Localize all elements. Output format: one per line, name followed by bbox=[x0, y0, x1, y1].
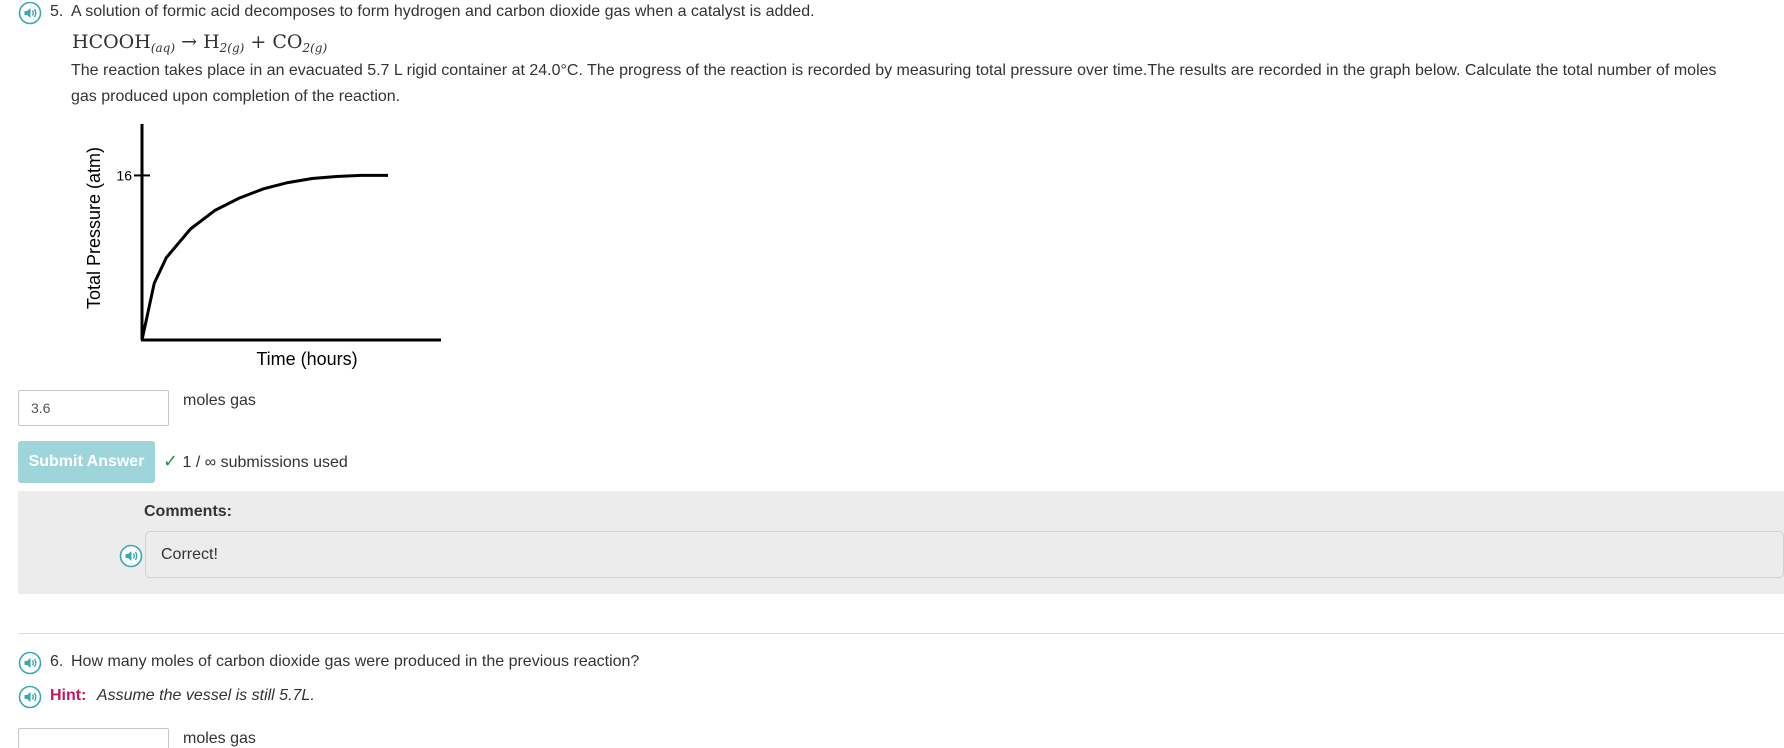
y-tick-group: 16 bbox=[116, 167, 150, 183]
comment-text: Correct! bbox=[145, 531, 1784, 578]
q6-answer-input[interactable] bbox=[18, 728, 169, 748]
submissions-used-text: 1 / ∞ submissions used bbox=[182, 454, 348, 471]
hint: Hint: Assume the vessel is still 5.7L. bbox=[50, 687, 315, 705]
x-axis-label: Time (hours) bbox=[256, 349, 357, 369]
hint-audio-button[interactable] bbox=[18, 685, 42, 714]
speaker-icon bbox=[18, 685, 42, 709]
speaker-icon bbox=[18, 651, 42, 675]
submission-status: ✓ 1 / ∞ submissions used bbox=[163, 451, 348, 472]
y-tick-label: 16 bbox=[116, 167, 132, 183]
speaker-icon bbox=[119, 544, 143, 568]
eq-plus: + bbox=[250, 31, 267, 53]
hint-label: Hint: bbox=[50, 687, 87, 704]
eq-product2-sub: 2(g) bbox=[302, 41, 328, 55]
q5-number: 5. bbox=[50, 3, 64, 20]
q5-audio-button[interactable] bbox=[18, 1, 42, 30]
q6-units-label: moles gas bbox=[183, 730, 256, 747]
q5-paragraph: The reaction takes place in an evacuated… bbox=[71, 62, 1717, 105]
q6-number: 6. bbox=[50, 653, 64, 670]
eq-product2: CO bbox=[272, 31, 303, 53]
eq-arrow: → bbox=[181, 31, 198, 53]
eq-reactant: HCOOH bbox=[72, 31, 151, 53]
question-divider bbox=[18, 633, 1784, 634]
checkmark-icon: ✓ bbox=[163, 451, 179, 471]
submit-answer-button[interactable]: Submit Answer bbox=[18, 441, 155, 483]
eq-reactant-state: (aq) bbox=[150, 41, 176, 55]
q6-question-text: How many moles of carbon dioxide gas wer… bbox=[71, 653, 640, 670]
q5-question-text: A solution of formic acid decomposes to … bbox=[71, 3, 815, 20]
comments-title: Comments: bbox=[144, 503, 233, 520]
q6-audio-button[interactable] bbox=[18, 651, 42, 680]
y-axis-label: Total Pressure (atm) bbox=[84, 147, 104, 309]
q5-answer-input[interactable]: 3.6 bbox=[18, 390, 169, 426]
hint-text: Assume the vessel is still 5.7L. bbox=[96, 687, 315, 704]
pressure-time-chart: 16 Time (hours) Total Pressure (atm) bbox=[84, 124, 441, 369]
comment-audio-button[interactable] bbox=[119, 544, 143, 573]
reaction-equation: HCOOH(aq) → H2(g) + CO2(g) bbox=[72, 31, 327, 55]
q5-units-label: moles gas bbox=[183, 392, 256, 409]
eq-product1: H bbox=[203, 31, 220, 53]
pressure-curve bbox=[140, 173, 388, 341]
eq-product1-sub: 2(g) bbox=[219, 41, 245, 55]
speaker-icon bbox=[18, 1, 42, 25]
